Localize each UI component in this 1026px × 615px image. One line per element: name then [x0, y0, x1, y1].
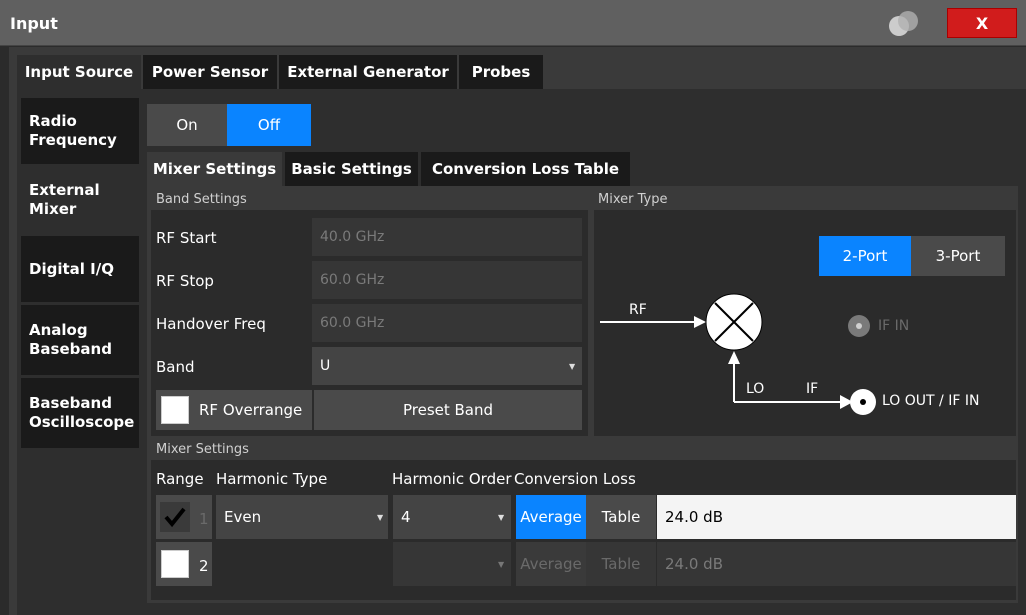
tab-probes[interactable]: Probes	[459, 55, 543, 89]
rf-start-label: RF Start	[156, 229, 217, 247]
side-tab-digital-iq[interactable]: Digital I/Q	[21, 236, 139, 302]
average-1-button[interactable]: Average	[516, 495, 586, 539]
harmonic-order-1-select[interactable]: 4	[393, 495, 511, 539]
title-bar	[0, 0, 1026, 46]
chevron-down-icon: ▼	[569, 362, 576, 371]
side-tab-analog-baseband[interactable]: Analog Baseband	[21, 305, 139, 375]
rf-overrange-checkbox[interactable]	[161, 396, 189, 424]
range-1-number: 1	[199, 510, 209, 528]
if-label: IF	[806, 381, 819, 397]
rf-overrange-label: RF Overrange	[199, 401, 303, 419]
side-tab-label: Baseband	[29, 394, 112, 412]
side-tab-baseband-oscilloscope[interactable]: Baseband Oscilloscope	[21, 378, 139, 448]
chevron-down-icon: ▼	[498, 560, 505, 569]
lo-out-if-in-label: LO OUT / IF IN	[882, 393, 980, 409]
chevron-down-icon: ▼	[498, 513, 505, 522]
range-2-checkbox[interactable]	[161, 550, 189, 578]
harmonic-order-1-value: 4	[401, 508, 411, 526]
tab-mixer-settings[interactable]: Mixer Settings	[147, 152, 282, 186]
preset-band-button[interactable]: Preset Band	[314, 390, 582, 430]
window-title: Input	[10, 14, 58, 33]
transparency-icon[interactable]	[886, 9, 920, 39]
conversion-loss-1-field[interactable]: 24.0 dB	[657, 495, 1016, 539]
tab-basic-settings[interactable]: Basic Settings	[285, 152, 418, 186]
range-header: Range	[156, 470, 204, 488]
rf-stop-field[interactable]: 60.0 GHz	[312, 261, 582, 299]
state-on-button[interactable]: On	[147, 104, 227, 146]
band-select[interactable]: U	[312, 347, 582, 385]
harmonic-order-header: Harmonic Order	[392, 470, 512, 488]
harmonic-type-header: Harmonic Type	[216, 470, 328, 488]
close-button[interactable]: X	[947, 8, 1017, 38]
rf-stop-label: RF Stop	[156, 272, 214, 290]
mixer-diagram	[600, 293, 876, 415]
side-tab-label: External	[29, 181, 100, 199]
side-tab-external-mixer[interactable]: External Mixer	[21, 167, 139, 233]
side-tab-label: Analog	[29, 321, 88, 339]
handover-freq-field[interactable]: 60.0 GHz	[312, 304, 582, 342]
mixer-settings-title: Mixer Settings	[156, 442, 249, 457]
rf-label: RF	[629, 302, 647, 318]
rf-start-field[interactable]: 40.0 GHz	[312, 218, 582, 256]
side-tab-label: Radio	[29, 112, 77, 130]
handover-freq-label: Handover Freq	[156, 315, 266, 333]
tab-external-generator[interactable]: External Generator	[279, 55, 457, 89]
side-tab-label: Digital I/Q	[29, 259, 114, 278]
table-2-button[interactable]: Table	[586, 542, 656, 586]
band-label: Band	[156, 358, 195, 376]
table-1-button[interactable]: Table	[586, 495, 656, 539]
tab-conversion-loss-table[interactable]: Conversion Loss Table	[421, 152, 630, 186]
side-tab-label: Oscilloscope	[29, 413, 135, 431]
conversion-loss-2-field[interactable]: 24.0 dB	[657, 542, 1016, 586]
tab-power-sensor[interactable]: Power Sensor	[143, 55, 277, 89]
state-off-button[interactable]: Off	[227, 104, 311, 146]
harmonic-type-1-value: Even	[224, 508, 262, 526]
range-1-checkbox[interactable]	[160, 502, 190, 532]
harmonic-order-2-select[interactable]	[393, 542, 511, 586]
range-2-number: 2	[199, 557, 209, 575]
side-tab-label: Mixer	[29, 200, 77, 218]
average-2-button[interactable]: Average	[516, 542, 586, 586]
side-tab-label: Frequency	[29, 131, 117, 149]
conversion-loss-header: Conversion Loss	[514, 470, 636, 488]
lo-label: LO	[746, 381, 765, 397]
if-in-label: IF IN	[878, 318, 910, 334]
port-2-button[interactable]: 2-Port	[819, 236, 911, 276]
band-value: U	[320, 358, 331, 374]
side-tab-label: Baseband	[29, 340, 112, 358]
tab-input-source[interactable]: Input Source	[17, 55, 141, 89]
port-3-button[interactable]: 3-Port	[911, 236, 1005, 276]
side-tab-radio-frequency[interactable]: Radio Frequency	[21, 98, 139, 164]
band-settings-title: Band Settings	[156, 192, 247, 207]
mixer-type-title: Mixer Type	[598, 192, 668, 207]
chevron-down-icon: ▼	[377, 513, 384, 522]
harmonic-type-1-select[interactable]: Even	[216, 495, 388, 539]
